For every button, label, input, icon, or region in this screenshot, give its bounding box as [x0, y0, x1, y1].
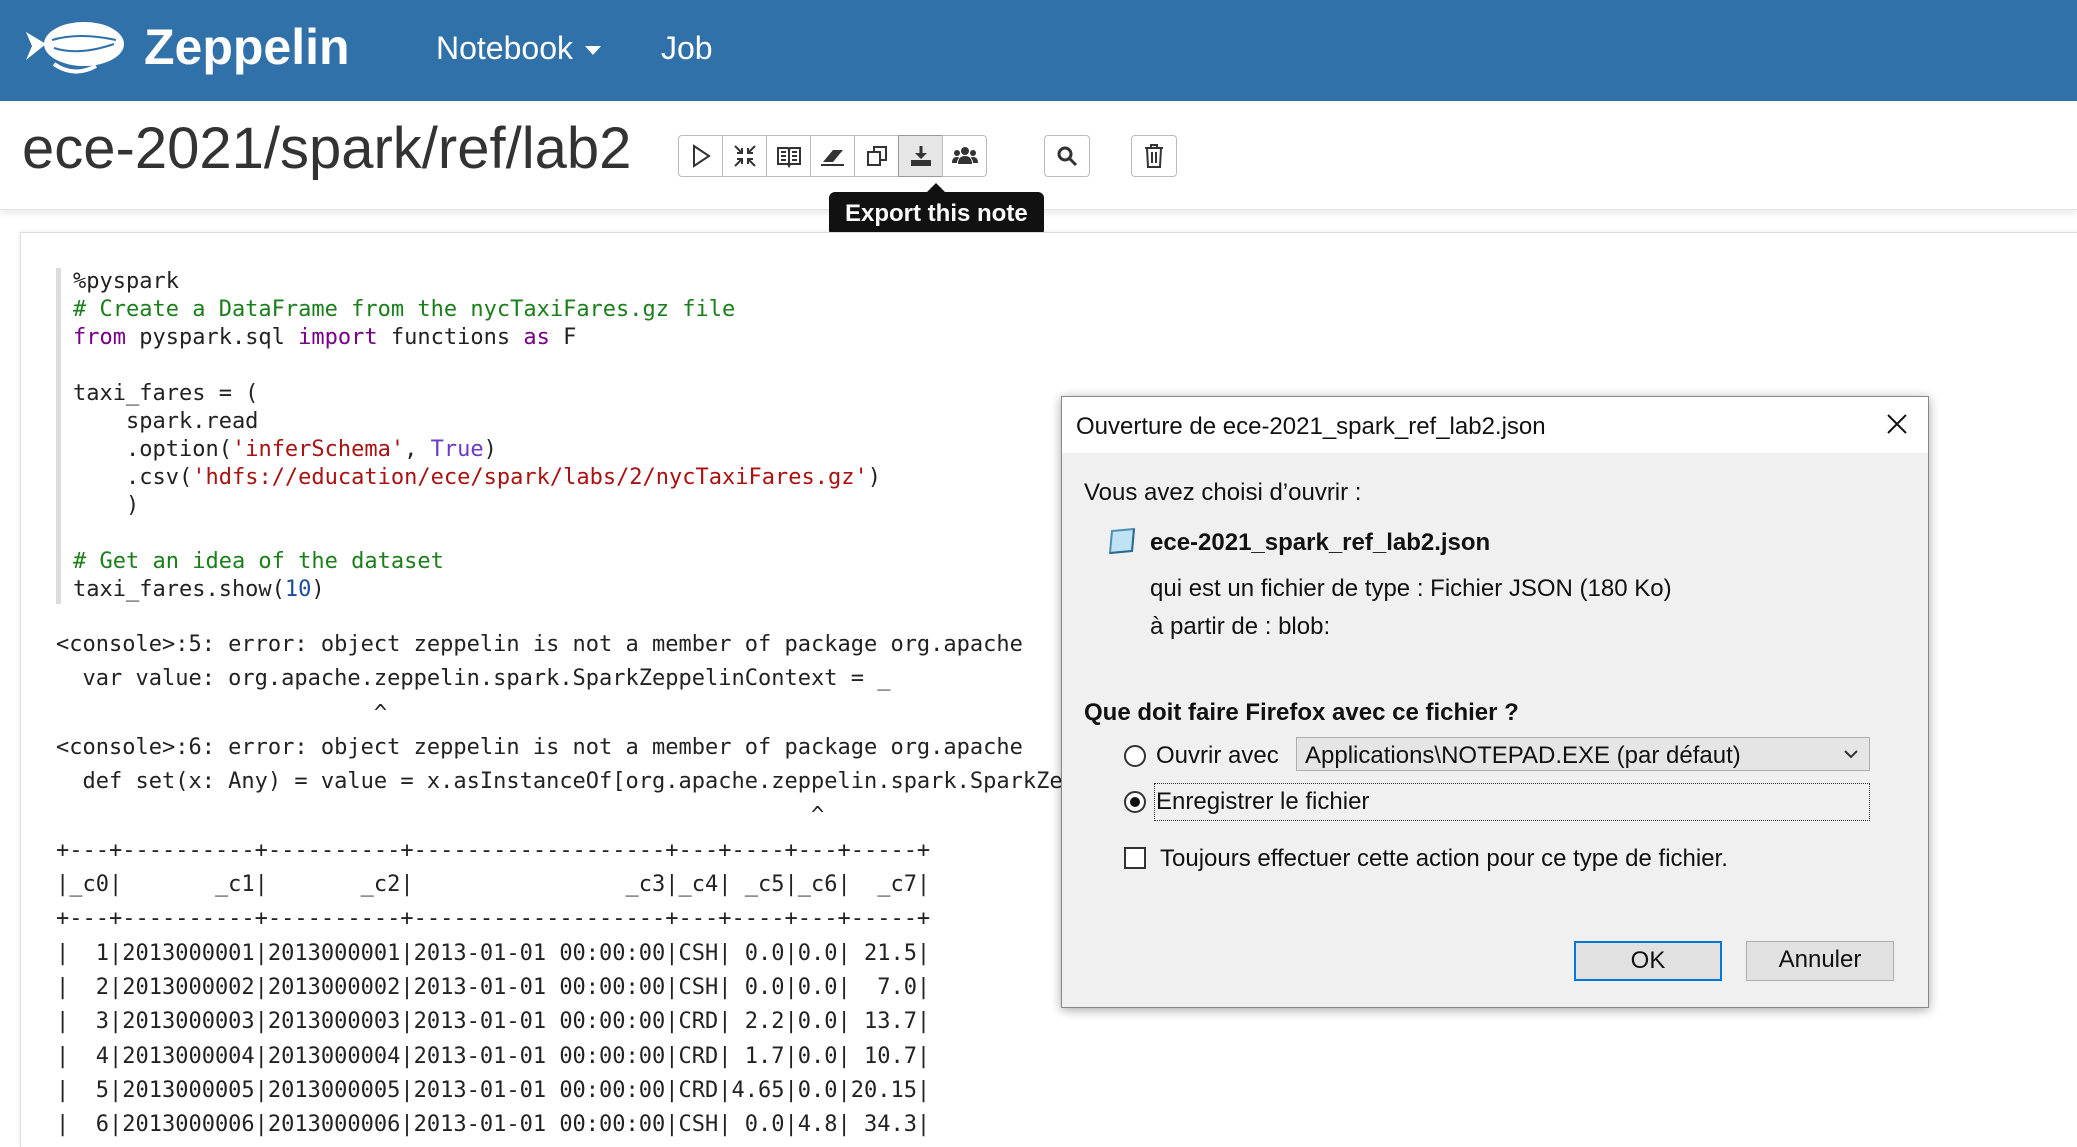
output-line: +---+----------+----------+-------------… [56, 906, 931, 932]
search-icon [1057, 146, 1078, 167]
code-line: # Get an idea of the dataset [73, 549, 444, 574]
book-icon [776, 147, 801, 168]
zeppelin-logo-icon[interactable] [24, 14, 128, 82]
save-file-radio[interactable] [1124, 791, 1146, 813]
open-with-radio[interactable] [1124, 745, 1146, 767]
output-line: ^ [56, 803, 825, 829]
chevron-down-icon [1844, 750, 1858, 759]
export-note-button[interactable] [898, 135, 943, 177]
code-line: .csv('hdfs://education/ece/spark/labs/2/… [73, 465, 881, 490]
code-line: %pyspark [73, 269, 179, 294]
dialog-titlebar: Ouverture de ece-2021_spark_ref_lab2.jso… [1062, 397, 1928, 453]
file-source-line: à partir de : blob: [1150, 613, 1330, 641]
export-tooltip: Export this note [829, 183, 1044, 236]
file-source-value: blob: [1278, 613, 1331, 640]
output-line: | 5|2013000005|2013000005|2013-01-01 00:… [56, 1077, 931, 1103]
paragraph-output: <console>:5: error: object zeppelin is n… [56, 628, 1061, 1142]
output-line: var value: org.apache.zeppelin.spark.Spa… [56, 666, 891, 692]
always-do-this-label[interactable]: Toujours effectuer cette action pour ce … [1160, 845, 1728, 873]
open-with-app-value: Applications\NOTEPAD.EXE (par défaut) [1305, 742, 1741, 769]
code-line: # Create a DataFrame from the nycTaxiFar… [73, 297, 736, 322]
always-do-this-checkbox[interactable] [1124, 847, 1146, 869]
file-type-value: Fichier JSON (180 Ko) [1430, 575, 1672, 602]
code-line: taxi_fares = ( [73, 381, 259, 406]
output-line: | 3|2013000003|2013000003|2013-01-01 00:… [56, 1009, 931, 1035]
top-navbar: Zeppelin Notebook Job [0, 0, 2077, 101]
nav-job-link[interactable]: Job [661, 30, 713, 67]
output-line: | 1|2013000001|2013000001|2013-01-01 00:… [56, 940, 931, 966]
clone-icon [866, 146, 887, 166]
code-line: taxi_fares.show(10) [73, 577, 325, 602]
open-with-label[interactable]: Ouvrir avec [1156, 742, 1279, 770]
download-dialog: Ouverture de ece-2021_spark_ref_lab2.jso… [1061, 396, 1929, 1008]
note-permissions-button[interactable] [942, 135, 987, 177]
code-line: from pyspark.sql import functions as F [73, 325, 577, 350]
output-line: | 6|2013000006|2013000006|2013-01-01 00:… [56, 1112, 931, 1138]
output-line: +---+----------+----------+-------------… [56, 837, 931, 863]
collapse-output-button[interactable] [722, 135, 767, 177]
output-line: |_c0| _c1| _c2| _c3|_c4| _c5|_c6| _c7| [56, 872, 931, 898]
file-source-label: à partir de : [1150, 613, 1272, 640]
dialog-question: Que doit faire Firefox avec ce fichier ? [1084, 699, 1519, 726]
nav-notebook-dropdown[interactable]: Notebook [436, 30, 601, 67]
trash-icon [1145, 144, 1163, 168]
code-line: spark.read [73, 409, 259, 434]
output-line: | 4|2013000004|2013000004|2013-01-01 00:… [56, 1043, 931, 1069]
output-line: <console>:6: error: object zeppelin is n… [56, 734, 1023, 760]
output-line: | 2|2013000002|2013000002|2013-01-01 00:… [56, 974, 931, 1000]
clear-output-button[interactable] [810, 135, 855, 177]
delete-note-button[interactable] [1131, 135, 1177, 177]
note-title[interactable]: ece-2021/spark/ref/lab2 [22, 115, 631, 182]
file-type-line: qui est un fichier de type : Fichier JSO… [1150, 575, 1672, 603]
open-with-select[interactable]: Applications\NOTEPAD.EXE (par défaut) [1296, 737, 1870, 771]
output-line: ^ [56, 700, 388, 726]
output-line: <console>:5: error: object zeppelin is n… [56, 632, 1023, 657]
ok-button[interactable]: OK [1574, 941, 1722, 981]
note-action-toolbar [678, 135, 987, 179]
cancel-button[interactable]: Annuler [1746, 941, 1894, 981]
dialog-title: Ouverture de ece-2021_spark_ref_lab2.jso… [1076, 413, 1546, 440]
run-all-icon [692, 144, 711, 168]
code-line: ) [73, 493, 140, 518]
eraser-icon [820, 150, 844, 166]
json-file-icon [1108, 527, 1136, 555]
save-file-label[interactable]: Enregistrer le fichier [1156, 788, 1369, 816]
close-icon[interactable] [1882, 409, 1912, 439]
run-all-button[interactable] [678, 135, 723, 177]
chevron-down-icon [584, 46, 601, 56]
file-type-label: qui est un fichier de type : [1150, 575, 1424, 602]
dialog-intro: Vous avez choisi d’ouvrir : [1084, 479, 1362, 506]
collapse-icon [733, 145, 756, 167]
dialog-filename: ece-2021_spark_ref_lab2.json [1150, 529, 1491, 556]
code-editor[interactable]: %pyspark # Create a DataFrame from the ny… [56, 268, 881, 604]
brand-name[interactable]: Zeppelin [144, 18, 350, 76]
search-code-button[interactable] [1044, 135, 1090, 177]
users-icon [951, 147, 978, 164]
output-line: def set(x: Any) = value = x.asInstanceOf… [82, 769, 1061, 795]
clone-note-button[interactable] [854, 135, 899, 177]
show-hide-code-button[interactable] [766, 135, 811, 177]
export-icon [910, 146, 931, 166]
nav-notebook-label: Notebook [436, 30, 573, 66]
code-line: .option('inferSchema', True) [73, 437, 497, 462]
